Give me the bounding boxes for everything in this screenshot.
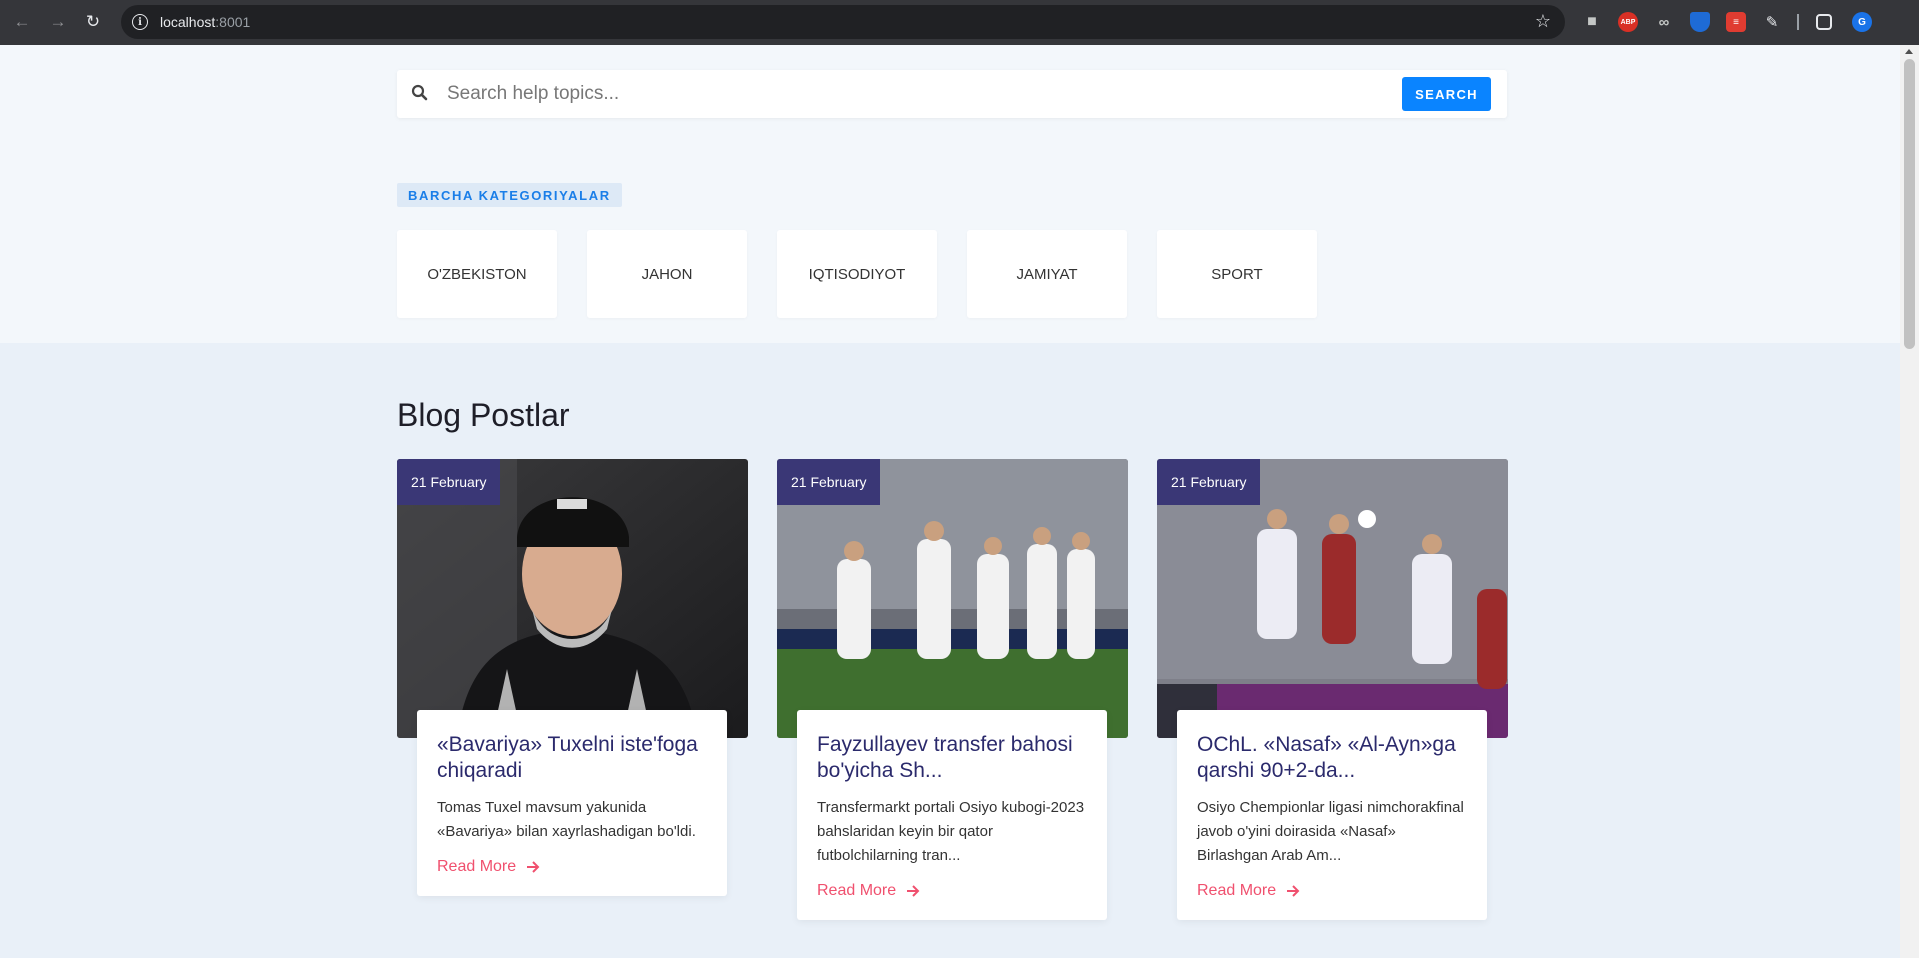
side-panel-icon[interactable] (1816, 14, 1832, 30)
page-scrollbar[interactable] (1900, 45, 1919, 958)
post-excerpt: Tomas Tuxel mavsum yakunida «Bavariya» b… (437, 799, 696, 840)
search-input[interactable] (447, 78, 1367, 110)
read-more-link[interactable]: Read More (817, 882, 1087, 900)
read-more-label: Read More (1197, 882, 1277, 899)
category-card-jahon[interactable]: JAHON (587, 230, 747, 318)
read-more-link[interactable]: Read More (1197, 882, 1467, 900)
category-card-iqtisodiyot[interactable]: IQTISODIYOT (777, 230, 937, 318)
post-title[interactable]: Fayzullayev transfer bahosi bo'yicha Sh.… (817, 732, 1087, 784)
link-icon[interactable]: ∞ (1654, 12, 1674, 32)
post-title[interactable]: «Bavariya» Tuxelni iste'foga chiqaradi (437, 732, 707, 784)
post-card: «Bavariya» Tuxelni iste'foga chiqaradi T… (417, 710, 727, 896)
site-info-icon[interactable]: i (132, 14, 148, 30)
search-button[interactable]: SEARCH (1402, 77, 1491, 111)
back-icon[interactable]: ← (9, 9, 35, 35)
search-icon (411, 84, 428, 101)
scroll-up-icon[interactable] (1905, 49, 1913, 54)
profile-avatar[interactable]: G (1852, 12, 1872, 32)
read-more-label: Read More (817, 882, 897, 899)
shield-icon[interactable] (1690, 12, 1710, 32)
category-card-sport[interactable]: SPORT (1157, 230, 1317, 318)
bookmark-star-icon[interactable]: ☆ (1535, 11, 1551, 32)
post-card: Fayzullayev transfer bahosi bo'yicha Sh.… (797, 710, 1107, 920)
post-image[interactable]: 21 February (1157, 459, 1508, 738)
blog-section-title: Blog Postlar (397, 397, 570, 433)
toolbar-divider (1797, 14, 1799, 30)
categories-tag: BARCHA KATEGORIYALAR (397, 183, 622, 207)
post-image[interactable]: 21 February (397, 459, 748, 738)
url-text: localhost:8001 (160, 14, 251, 30)
arrow-right-icon (1287, 885, 1300, 897)
post-title[interactable]: OChL. «Nasaf» «Al-Ayn»ga qarshi 90+2-da.… (1197, 732, 1467, 784)
post-card: OChL. «Nasaf» «Al-Ayn»ga qarshi 90+2-da.… (1177, 710, 1487, 920)
arrow-right-icon (527, 861, 540, 873)
hero-section: SEARCH BARCHA KATEGORIYALAR O'ZBEKISTON … (0, 45, 1900, 343)
reload-icon[interactable]: ↻ (80, 9, 106, 35)
arrow-right-icon (907, 885, 920, 897)
extensions-puzzle-icon[interactable]: ✎ (1762, 12, 1782, 32)
category-card-jamiyat[interactable]: JAMIYAT (967, 230, 1127, 318)
address-bar[interactable]: i localhost:8001 ☆ (121, 5, 1565, 39)
scrollbar-thumb[interactable] (1904, 59, 1915, 349)
todoist-icon[interactable]: ≡ (1726, 12, 1746, 32)
camera-icon[interactable]: ■ (1582, 12, 1602, 32)
search-bar: SEARCH (397, 70, 1507, 118)
forward-icon[interactable]: → (45, 9, 71, 35)
read-more-label: Read More (437, 858, 517, 875)
post-date-badge: 21 February (1157, 459, 1261, 505)
browser-toolbar: ← → ↻ i localhost:8001 ☆ ■ ABP ∞ ≡ ✎ G (0, 0, 1919, 45)
page-content: SEARCH BARCHA KATEGORIYALAR O'ZBEKISTON … (0, 45, 1900, 958)
post-excerpt: Osiyo Chempionlar ligasi nimchorakfinal … (1197, 799, 1464, 864)
read-more-link[interactable]: Read More (437, 858, 707, 876)
post-excerpt: Transfermarkt portali Osiyo kubogi-2023 … (817, 799, 1085, 864)
post-image[interactable]: 21 February (777, 459, 1128, 738)
post-date-badge: 21 February (397, 459, 501, 505)
post-date-badge: 21 February (777, 459, 881, 505)
adblock-icon[interactable]: ABP (1618, 12, 1638, 32)
category-card-uzbekistan[interactable]: O'ZBEKISTON (397, 230, 557, 318)
